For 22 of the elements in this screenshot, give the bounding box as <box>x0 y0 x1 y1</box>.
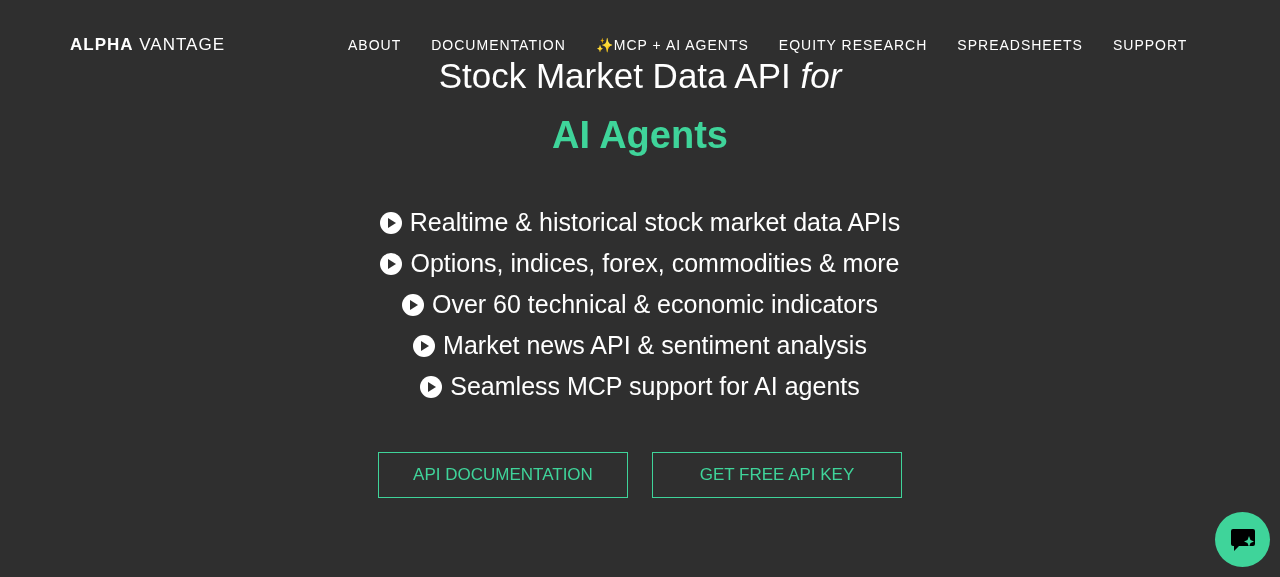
docs-button[interactable]: API DOCUMENTATION <box>378 452 628 498</box>
feature-text: Seamless MCP support for AI agents <box>450 371 860 402</box>
play-icon <box>380 252 403 275</box>
feature-text: Realtime & historical stock market data APIs <box>409 207 901 238</box>
play-icon <box>420 375 443 398</box>
feature-text: Over 60 technical & economic indicators <box>431 289 878 320</box>
nav-link[interactable]: SPREADSHEETS <box>957 37 1083 53</box>
play-icon <box>401 293 424 316</box>
nav-link[interactable]: EQUITY RESEARCH <box>778 37 928 53</box>
nav-link[interactable]: ✨MCP + AI AGENTS <box>595 37 749 53</box>
play-icon <box>379 211 402 234</box>
hero-title: Stock Market Data API for <box>438 56 842 96</box>
nav-link[interactable]: SUPPORT <box>1112 37 1188 53</box>
play-icon <box>413 334 436 357</box>
feature-text: Options, indices, forex, commodities & more <box>410 248 900 279</box>
api-key-button[interactable]: GET FREE API KEY <box>652 452 902 498</box>
nav-link[interactable]: DOCUMENTATION <box>431 37 566 53</box>
hero-subtitle: AI Agents <box>552 114 728 157</box>
nav-link[interactable]: ABOUT <box>348 37 402 53</box>
chat-button[interactable] <box>1215 512 1270 567</box>
feature-text: Market news API & sentiment analysis <box>443 330 867 361</box>
logo[interactable]: ALPHA VANTAGE <box>70 35 225 55</box>
